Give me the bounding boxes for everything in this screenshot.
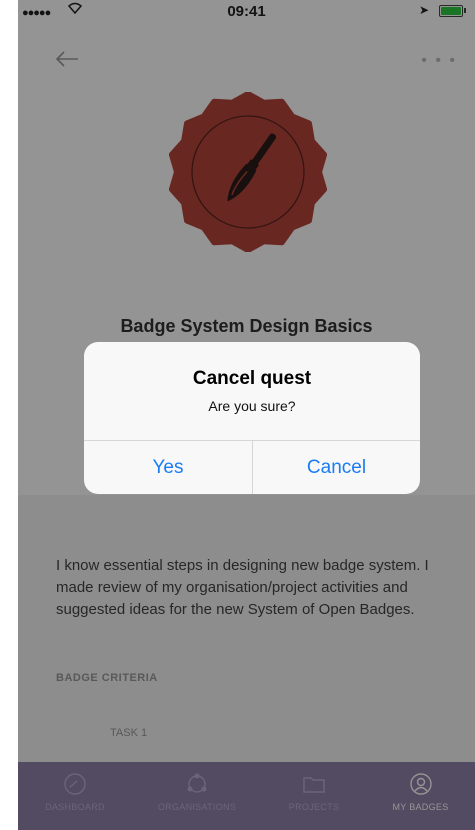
cancel-quest-dialog: Cancel quest Are you sure? Yes Cancel bbox=[84, 342, 420, 494]
cancel-button[interactable]: Cancel bbox=[253, 441, 420, 494]
dialog-title: Cancel quest bbox=[192, 368, 312, 389]
yes-button[interactable]: Yes bbox=[84, 441, 252, 494]
dialog-message: Are you sure? bbox=[208, 398, 296, 414]
app-screen: ●●●●● 09:41 ➤ • • • Badge System Design … bbox=[18, 0, 475, 830]
